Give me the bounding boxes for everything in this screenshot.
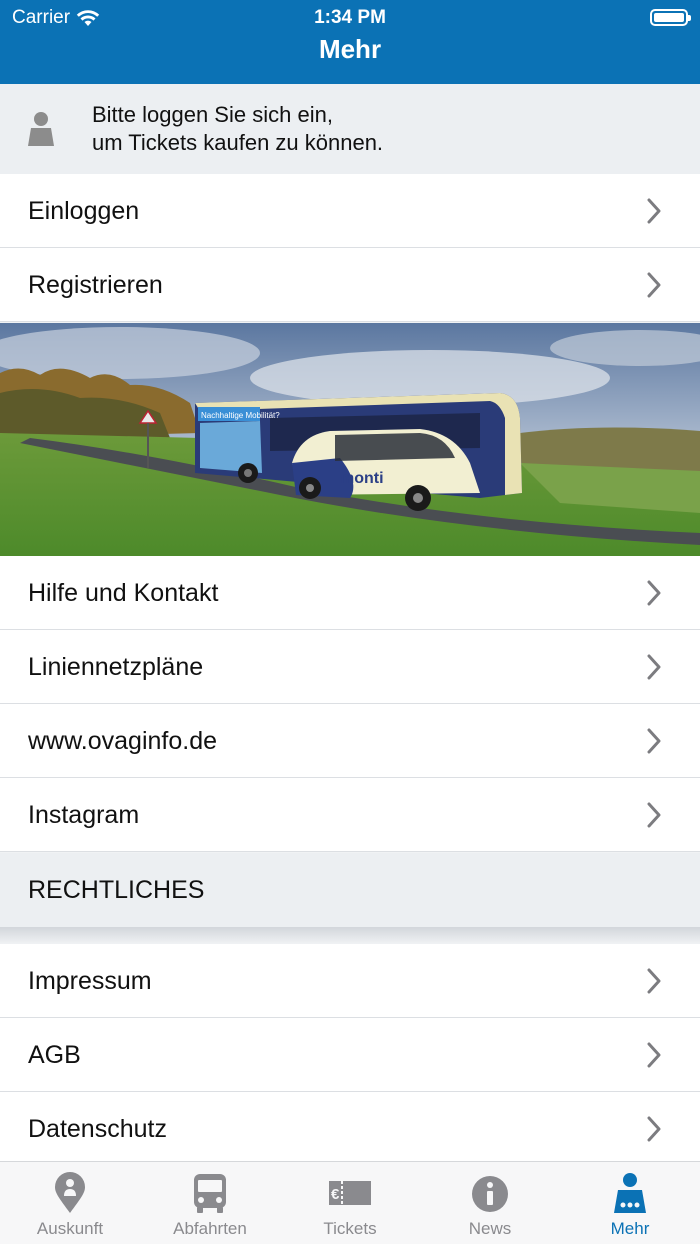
login-prompt: Bitte loggen Sie sich ein, um Tickets ka… [0,84,700,174]
nav-header: Carrier 1:34 PM Mehr [0,0,700,84]
login-label: Einloggen [28,197,140,225]
tab-auskunft[interactable]: Auskunft [0,1162,140,1244]
clock: 1:34 PM [314,7,386,28]
section-divider [0,927,700,944]
chevron-right-icon [647,728,661,754]
privacy-row[interactable]: Datenschutz [0,1092,700,1166]
banner-photo: Nachhaltige Mobilität? monti [0,323,700,556]
chevron-right-icon [647,1042,661,1068]
ticket-icon: € [329,1181,371,1205]
tab-tickets[interactable]: € Tickets [280,1162,420,1244]
imprint-row[interactable]: Impressum [0,944,700,1018]
bus-icon [194,1174,226,1213]
chevron-right-icon [647,272,661,298]
instagram-label: Instagram [28,801,140,829]
chevron-right-icon [647,802,661,828]
terms-label: AGB [28,1041,81,1069]
tab-label: Auskunft [36,1219,104,1238]
tab-label: Mehr [610,1219,650,1238]
network-maps-row[interactable]: Liniennetzpläne [0,630,700,704]
tab-label: News [468,1219,512,1238]
network-maps-label: Liniennetzpläne [28,653,204,681]
register-row[interactable]: Registrieren [0,248,700,322]
person-icon [614,1173,646,1213]
login-prompt-line1: Bitte loggen Sie sich ein, [92,102,333,127]
info-icon [472,1176,508,1212]
chevron-right-icon [647,654,661,680]
tab-label: Tickets [323,1219,377,1238]
tab-mehr[interactable]: Mehr [560,1162,700,1244]
legal-section-header: RECHTLICHES [0,853,700,927]
chevron-right-icon [647,198,661,224]
tab-news[interactable]: News [420,1162,560,1244]
website-label: www.ovaginfo.de [28,727,218,755]
privacy-label: Datenschutz [28,1115,167,1143]
bus-taxi-photo: Nachhaltige Mobilität? monti [0,323,700,556]
svg-text:€: € [331,1186,340,1203]
register-label: Registrieren [28,271,163,299]
page-title: Mehr [318,34,382,64]
location-pin-icon [55,1172,85,1213]
help-contact-label: Hilfe und Kontakt [28,579,219,607]
chevron-right-icon [647,968,661,994]
website-row[interactable]: www.ovaginfo.de [0,704,700,778]
help-contact-row[interactable]: Hilfe und Kontakt [0,556,700,630]
login-row[interactable]: Einloggen [0,174,700,248]
login-prompt-line2: um Tickets kaufen zu können. [92,130,384,155]
taxi-brand-text: monti [340,470,384,487]
terms-row[interactable]: AGB [0,1018,700,1092]
tab-bar: Auskunft Abfahrten € Tickets News Mehr [0,1161,700,1244]
tab-label: Abfahrten [173,1219,247,1238]
chevron-right-icon [647,1116,661,1142]
instagram-row[interactable]: Instagram [0,778,700,852]
chevron-right-icon [647,580,661,606]
status-bar: Carrier 1:34 PM [0,0,700,36]
bus-sign-text: Nachhaltige Mobilität? [201,411,280,420]
imprint-label: Impressum [28,967,152,995]
legal-section-title: RECHTLICHES [28,876,205,904]
person-icon [28,112,54,146]
tab-abfahrten[interactable]: Abfahrten [140,1162,280,1244]
battery-icon [650,9,691,26]
